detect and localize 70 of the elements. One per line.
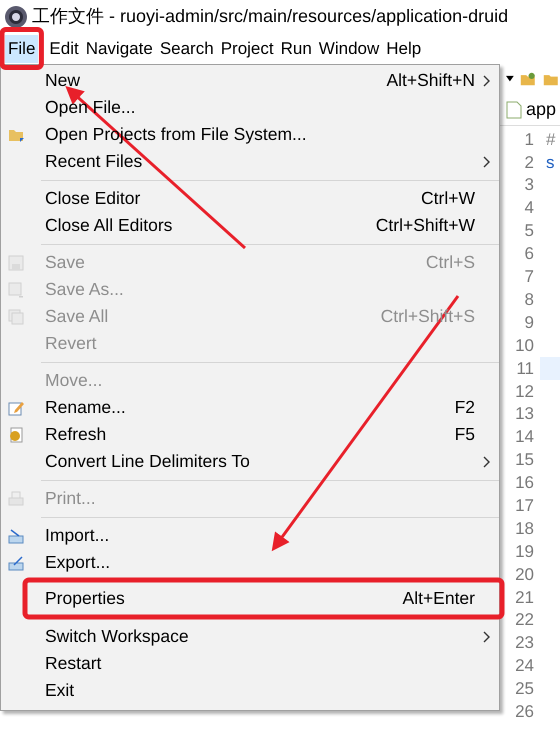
line-number: 23 (514, 632, 535, 654)
menu-item[interactable]: Export... (1, 549, 499, 576)
shortcut-label: Alt+Enter (402, 587, 475, 610)
menu-item[interactable]: Close All Editors Ctrl+Shift+W (1, 212, 499, 239)
shortcut-label: F2 (454, 396, 475, 420)
export-icon (8, 554, 24, 570)
menu-item[interactable]: Switch Workspace (1, 623, 499, 650)
menu-item[interactable]: Edit (47, 34, 81, 62)
line-number: 2 (524, 152, 535, 174)
line-number: 15 (514, 449, 535, 472)
printer-icon (8, 490, 24, 506)
line-number: 8 (524, 288, 535, 311)
line-number: 7 (524, 266, 535, 288)
line-number: 11 (515, 358, 535, 380)
line-number: 20 (514, 564, 535, 586)
line-number: 13 (514, 403, 535, 426)
save-icon (8, 282, 24, 298)
line-number: 6 (524, 243, 535, 266)
menu-item[interactable]: Project (218, 34, 276, 62)
line-number: 3 (524, 174, 535, 196)
menu-item[interactable]: Search (158, 34, 216, 62)
shortcut-label: F5 (454, 423, 475, 446)
line-number: 26 (514, 700, 535, 723)
menu-item[interactable]: Navigate (84, 34, 155, 62)
menu-item[interactable]: Open File... (1, 94, 499, 121)
line-number: 5 (524, 220, 535, 242)
line-number: 12 (514, 380, 535, 402)
shortcut-label: Alt+Shift+N (386, 69, 475, 92)
editor-tab[interactable]: app (526, 96, 556, 123)
import-icon (8, 528, 24, 544)
menu-item[interactable]: Close Editor Ctrl+W (1, 185, 499, 212)
refresh-icon (8, 426, 24, 442)
menu-item[interactable]: Run (278, 34, 314, 62)
menu-item[interactable]: Exit (1, 677, 499, 704)
shortcut-label: Ctrl+W (421, 187, 475, 210)
line-number: 14 (514, 426, 535, 448)
line-number: 4 (524, 197, 535, 220)
line-number: 16 (514, 472, 535, 494)
line-number: 25 (514, 678, 535, 700)
menu-item[interactable]: Import... (1, 522, 499, 549)
code-text: # (546, 128, 556, 151)
pencil-icon (8, 400, 24, 416)
save-icon (8, 308, 24, 324)
line-number: 19 (514, 540, 535, 563)
menu-item[interactable]: Refresh F5 (1, 421, 499, 448)
menu-item[interactable]: New Alt+Shift+N (1, 67, 499, 94)
menu-item[interactable]: Window (316, 34, 382, 62)
line-number: 22 (514, 609, 535, 632)
menu-item[interactable]: Rename... F2 (1, 394, 499, 421)
line-number: 24 (514, 655, 535, 678)
line-number: 17 (514, 494, 535, 517)
save-icon (8, 254, 24, 270)
shortcut-label: Ctrl+Shift+W (376, 214, 475, 238)
menu-item[interactable]: Properties Alt+Enter (1, 585, 499, 612)
menu-item[interactable]: Restart (1, 650, 499, 677)
menu-item[interactable]: Recent Files (1, 148, 499, 175)
menu-item[interactable]: Help (384, 34, 424, 62)
line-number: 18 (514, 518, 535, 540)
menu-item[interactable]: File (5, 34, 38, 62)
line-number: 9 (524, 312, 535, 334)
code-text: s (546, 152, 554, 174)
line-number: 1 (524, 128, 535, 151)
file-icon (506, 100, 522, 118)
dropdown-icon[interactable] (506, 75, 514, 83)
window-title: 工作文件 - ruoyi-admin/src/main/resources/application-druid (32, 5, 508, 28)
line-number: 10 (514, 334, 535, 357)
app-icon (4, 4, 28, 28)
menu-item[interactable]: Convert Line Delimiters To (1, 448, 499, 475)
line-number: 21 (514, 586, 535, 609)
shortcut-label: Ctrl+S (426, 251, 475, 274)
